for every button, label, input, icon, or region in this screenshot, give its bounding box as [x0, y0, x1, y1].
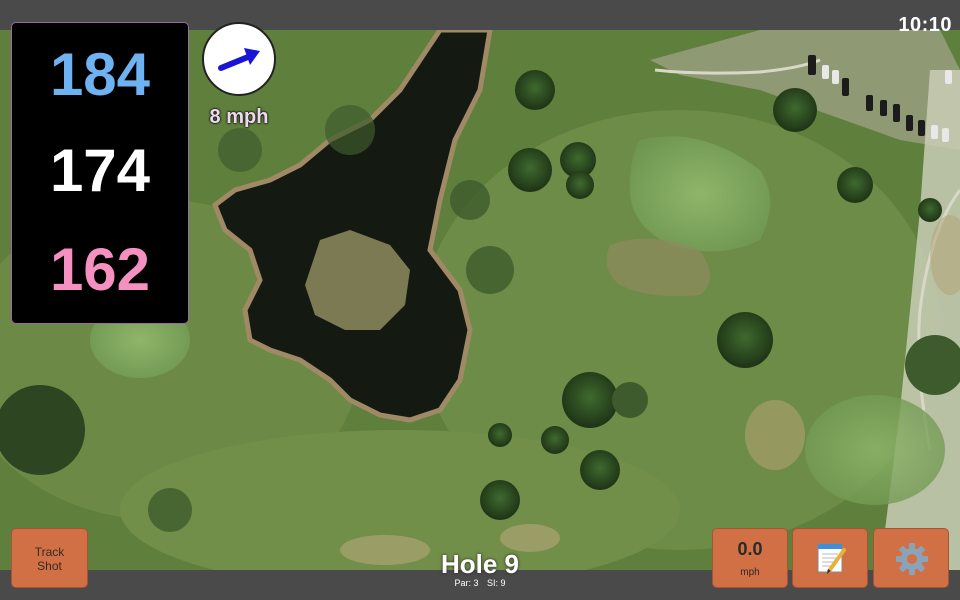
middle-distance: 174	[49, 137, 151, 204]
track-shot-label-line2: Shot	[37, 559, 62, 573]
gear-icon	[896, 543, 928, 575]
wind-arrow-icon	[218, 48, 260, 71]
hole-info: Par: 3 SI: 9	[400, 578, 560, 588]
track-shot-button[interactable]: Track Shot	[11, 528, 88, 588]
settings-button[interactable]	[873, 528, 949, 588]
front-distance: 162	[49, 236, 151, 303]
wind-direction-dial	[202, 22, 276, 96]
hole-par: Par: 3	[454, 578, 479, 588]
status-clock: 10:10	[898, 14, 952, 36]
wind-speed-label: 8 mph	[209, 106, 269, 128]
track-shot-label-line1: Track	[34, 545, 65, 559]
hole-title: Hole 9	[440, 549, 520, 579]
scorecard-notes-button[interactable]	[792, 528, 868, 588]
speed-button[interactable]: 0.0 mph	[712, 528, 788, 588]
hole-stroke-index: SI: 9	[487, 578, 506, 588]
app-screen: 10:10 184 174 162 8 mph Track Shot Hole …	[0, 0, 960, 600]
speed-value: 0.0	[737, 539, 763, 559]
speed-unit: mph	[740, 567, 760, 578]
back-distance: 184	[49, 41, 151, 108]
distance-panel: 184 174 162	[11, 22, 189, 324]
notepad-icon	[817, 543, 846, 574]
